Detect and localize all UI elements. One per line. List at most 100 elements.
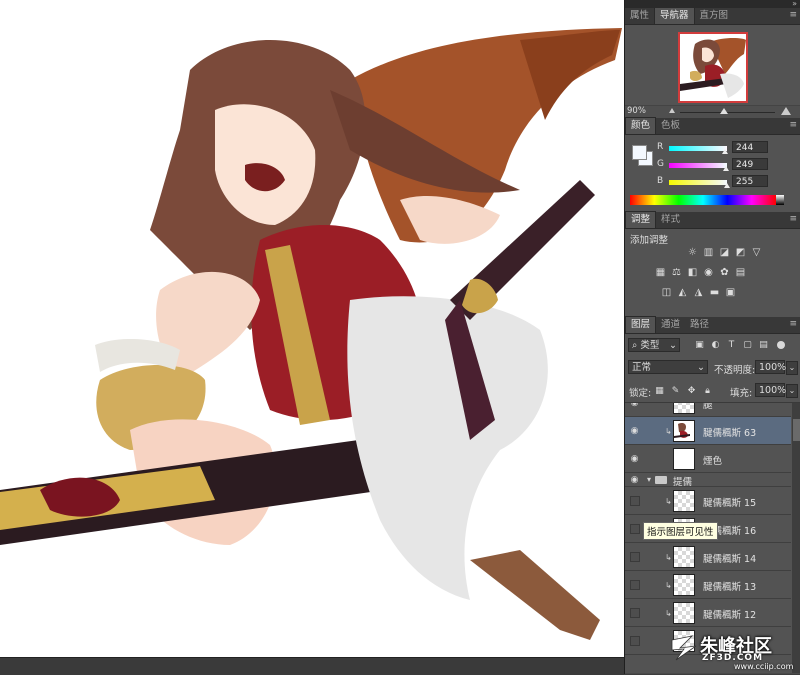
panel-menu-icon[interactable]: ≡	[789, 120, 797, 130]
green-slider-knob[interactable]	[723, 166, 729, 171]
vibrance-icon[interactable]: ▽	[751, 247, 762, 258]
filter-pixel-icon[interactable]: ▣	[695, 341, 704, 350]
zoom-out-icon[interactable]	[669, 108, 675, 113]
layer-row[interactable]: ◉ 腿	[625, 402, 791, 417]
visibility-toggle[interactable]	[630, 524, 640, 534]
lock-transparency-icon[interactable]: ▦	[655, 387, 664, 396]
tab-swatches[interactable]: 色板	[656, 118, 685, 134]
layer-thumbnail	[673, 602, 695, 624]
layer-filter-select[interactable]: ⌕ 类型 ⌄	[628, 338, 680, 352]
layer-row[interactable]: ↳ 腱儒楓斯 15	[625, 487, 791, 515]
blue-slider[interactable]	[669, 180, 727, 185]
curves-icon[interactable]: ◪	[719, 247, 730, 258]
visibility-toggle[interactable]	[630, 496, 640, 506]
eye-icon[interactable]: ◉	[629, 403, 640, 408]
clipping-mask-icon: ↳	[665, 581, 672, 590]
panel-menu-icon[interactable]: ≡	[789, 214, 797, 224]
green-label: G	[657, 159, 664, 169]
tab-channels[interactable]: 通道	[656, 317, 685, 333]
eye-icon[interactable]: ◉	[629, 454, 640, 464]
color-balance-icon[interactable]: ⚖	[671, 267, 682, 278]
tab-styles[interactable]: 样式	[656, 212, 685, 228]
filter-smart-object-icon[interactable]: ▤	[759, 341, 768, 350]
layer-row[interactable]: ↳ 腱儒楓斯 14	[625, 543, 791, 571]
filter-shape-icon[interactable]: ▢	[743, 341, 752, 350]
layer-row-selected[interactable]: ◉ ↳ 腱儒楓斯 63	[625, 417, 791, 445]
brightness-icon[interactable]: ☼	[687, 247, 698, 258]
selective-color-icon[interactable]: ▣	[725, 287, 736, 298]
blue-value-field[interactable]: 255	[732, 175, 768, 187]
invert-icon[interactable]: ◫	[661, 287, 672, 298]
blue-slider-knob[interactable]	[724, 183, 730, 188]
document-canvas[interactable]	[0, 0, 624, 657]
watermark: 朱峰社区 ZF3D.COM www.cciip.com	[670, 632, 796, 672]
red-slider-knob[interactable]	[722, 149, 728, 154]
canvas-scrollbar[interactable]	[0, 657, 624, 675]
opacity-field[interactable]: 100%	[755, 360, 786, 374]
tab-histogram[interactable]: 直方图	[695, 8, 734, 24]
layers-scrollbar-thumb[interactable]	[793, 419, 800, 441]
navigator-panel	[625, 25, 800, 105]
posterize-icon[interactable]: ◭	[677, 287, 688, 298]
zoom-level[interactable]: 90%	[627, 106, 646, 116]
gradient-map-icon[interactable]: ▬	[709, 287, 720, 298]
blue-channel-row: B 255	[655, 175, 795, 189]
artwork-illustration	[0, 28, 622, 640]
right-panel-dock: » 属性 导航器 直方图 ≡ 90% 颜色 色板 ≡ R 244 G 249 B…	[624, 0, 800, 674]
chevron-down-icon[interactable]: ⌄	[786, 384, 798, 398]
foreground-color-swatch[interactable]	[632, 145, 647, 160]
navigator-preview[interactable]	[678, 32, 748, 103]
blend-mode-select[interactable]: 正常 ⌄	[628, 360, 708, 374]
chevron-down-icon[interactable]: ▾	[647, 475, 651, 484]
tab-adjustments[interactable]: 调整	[625, 211, 657, 228]
tab-navigator[interactable]: 导航器	[654, 7, 695, 24]
visibility-toggle[interactable]	[630, 580, 640, 590]
lock-label: 锁定:	[629, 388, 652, 399]
zoom-slider-knob[interactable]	[720, 108, 728, 114]
tab-layers[interactable]: 图层	[625, 316, 657, 333]
lock-position-icon[interactable]: ✥	[687, 387, 696, 396]
layer-row[interactable]: ↳ 腱儒楓斯 13	[625, 571, 791, 599]
green-value-field[interactable]: 249	[732, 158, 768, 170]
black-white-ramp[interactable]	[776, 195, 784, 205]
visibility-toggle[interactable]	[630, 608, 640, 618]
layer-name: 腱儒楓斯 13	[703, 582, 757, 593]
filter-adjustment-icon[interactable]: ◐	[711, 341, 720, 350]
red-slider[interactable]	[669, 146, 727, 151]
eye-icon[interactable]: ◉	[629, 426, 640, 436]
visibility-toggle[interactable]	[630, 552, 640, 562]
color-lookup-icon[interactable]: ▤	[735, 267, 746, 278]
lock-all-icon[interactable]: 🔒︎	[703, 387, 712, 396]
red-value-field[interactable]: 244	[732, 141, 768, 153]
collapse-icon[interactable]: »	[792, 0, 797, 8]
tab-color[interactable]: 颜色	[625, 117, 657, 134]
chevron-down-icon[interactable]: ⌄	[786, 361, 798, 375]
hue-saturation-icon[interactable]: ▦	[655, 267, 666, 278]
layer-group-row[interactable]: ◉ ▾ 提儒	[625, 473, 791, 488]
layer-row[interactable]: ↳ 腱儒楓斯 12	[625, 599, 791, 627]
panel-menu-icon[interactable]: ≡	[789, 319, 797, 329]
exposure-icon[interactable]: ◩	[735, 247, 746, 258]
threshold-icon[interactable]: ◮	[693, 287, 704, 298]
color-tabbar: 颜色 色板 ≡	[625, 117, 800, 135]
color-spectrum-ramp[interactable]	[630, 195, 776, 205]
group-name: 提儒	[673, 477, 693, 488]
eye-icon[interactable]: ◉	[629, 475, 640, 485]
layer-row[interactable]: ◉ 煙色	[625, 445, 791, 473]
tab-paths[interactable]: 路径	[685, 317, 714, 333]
filter-type-icon[interactable]: T	[727, 341, 736, 350]
visibility-toggle[interactable]	[630, 636, 640, 646]
levels-icon[interactable]: ▥	[703, 247, 714, 258]
fill-field[interactable]: 100%	[755, 383, 786, 397]
layer-name: 腿	[703, 402, 713, 411]
tab-properties[interactable]: 属性	[625, 8, 654, 24]
clipping-mask-icon: ↳	[665, 609, 672, 618]
filter-toggle[interactable]	[777, 341, 785, 349]
black-white-icon[interactable]: ◧	[687, 267, 698, 278]
zoom-in-icon[interactable]	[781, 107, 791, 115]
channel-mixer-icon[interactable]: ✿	[719, 267, 730, 278]
lock-pixels-icon[interactable]: ✎	[671, 387, 680, 396]
photo-filter-icon[interactable]: ◉	[703, 267, 714, 278]
green-slider[interactable]	[669, 163, 727, 168]
panel-menu-icon[interactable]: ≡	[789, 10, 797, 20]
